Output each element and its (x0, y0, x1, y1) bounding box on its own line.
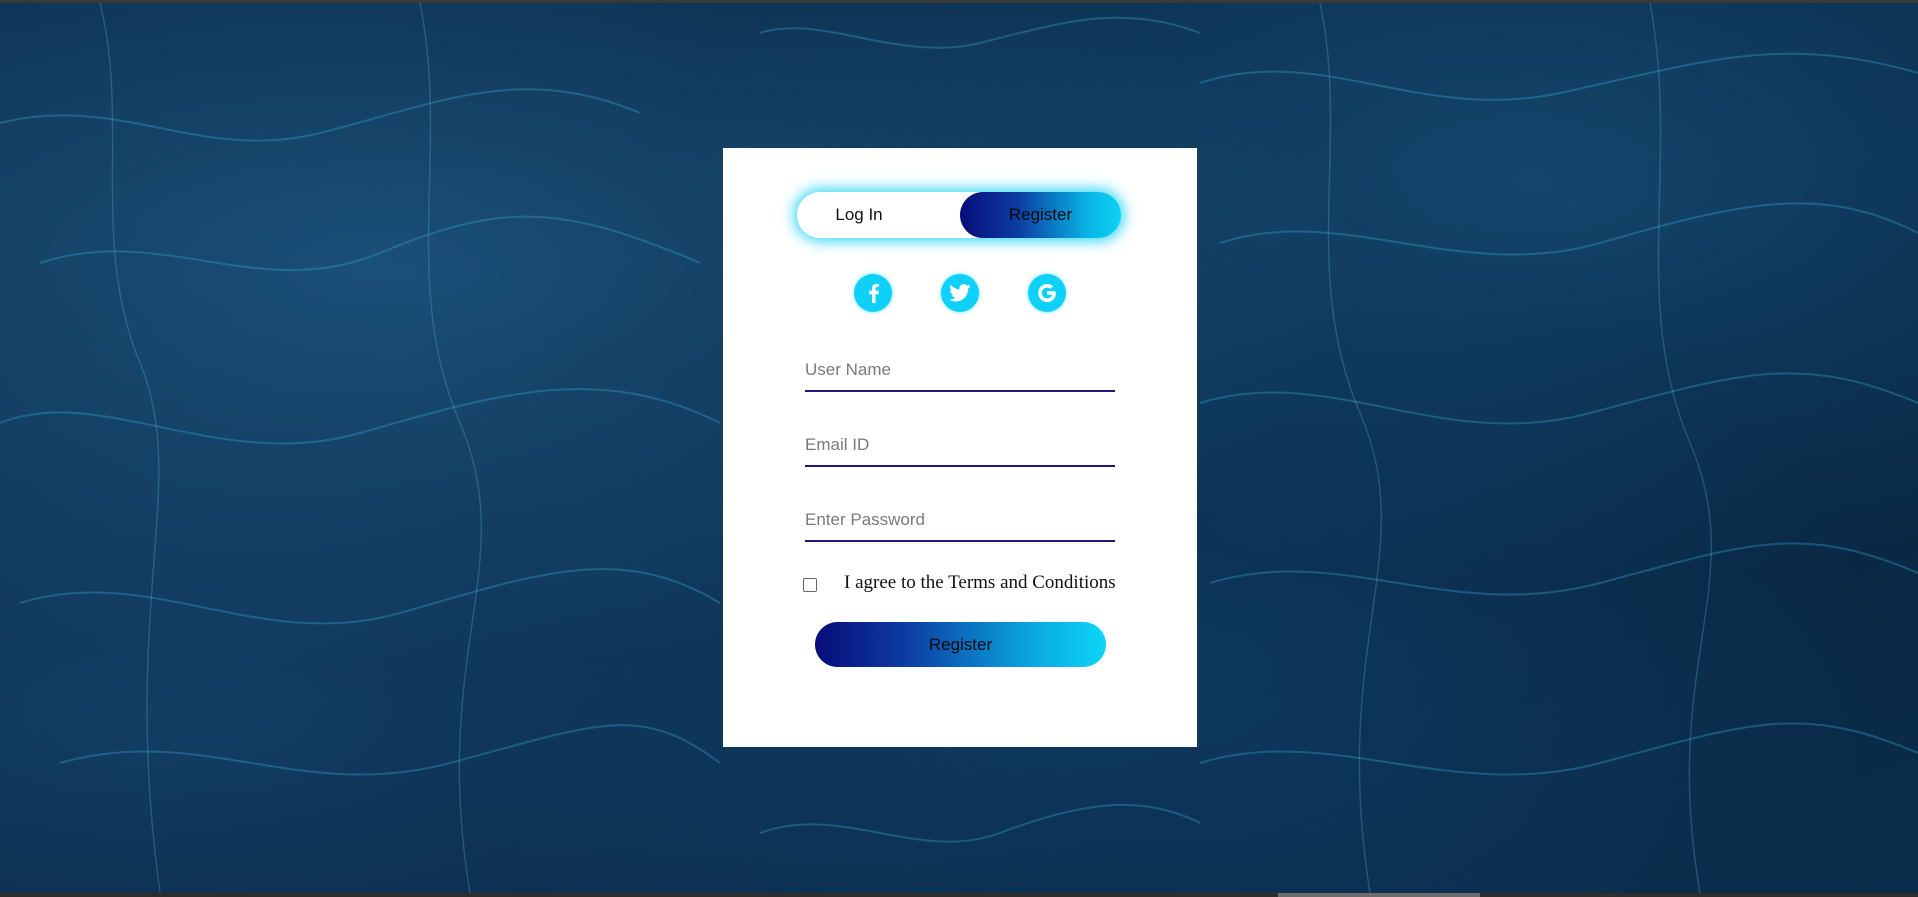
username-field[interactable] (805, 350, 1115, 392)
auth-mode-toggle: Log In Register (797, 192, 1121, 238)
social-login-row (723, 274, 1197, 314)
email-field[interactable] (805, 425, 1115, 467)
google-button[interactable] (1028, 274, 1066, 312)
facebook-button[interactable] (854, 274, 892, 312)
login-tab-button[interactable]: Log In (797, 192, 921, 238)
twitter-button[interactable] (941, 274, 979, 312)
register-tab-button[interactable]: Register (960, 192, 1121, 238)
register-card: Log In Register I agree to the Terms and… (723, 148, 1197, 747)
terms-checkbox[interactable] (803, 578, 817, 592)
twitter-icon (949, 284, 971, 302)
google-icon (1038, 284, 1056, 302)
terms-label: I agree to the Terms and Conditions (844, 572, 1116, 593)
register-submit-button[interactable]: Register (815, 622, 1106, 667)
password-field[interactable] (805, 500, 1115, 542)
facebook-icon (869, 283, 879, 303)
horizontal-scrollbar-track[interactable] (0, 893, 1918, 897)
horizontal-scrollbar-thumb[interactable] (1278, 893, 1480, 897)
